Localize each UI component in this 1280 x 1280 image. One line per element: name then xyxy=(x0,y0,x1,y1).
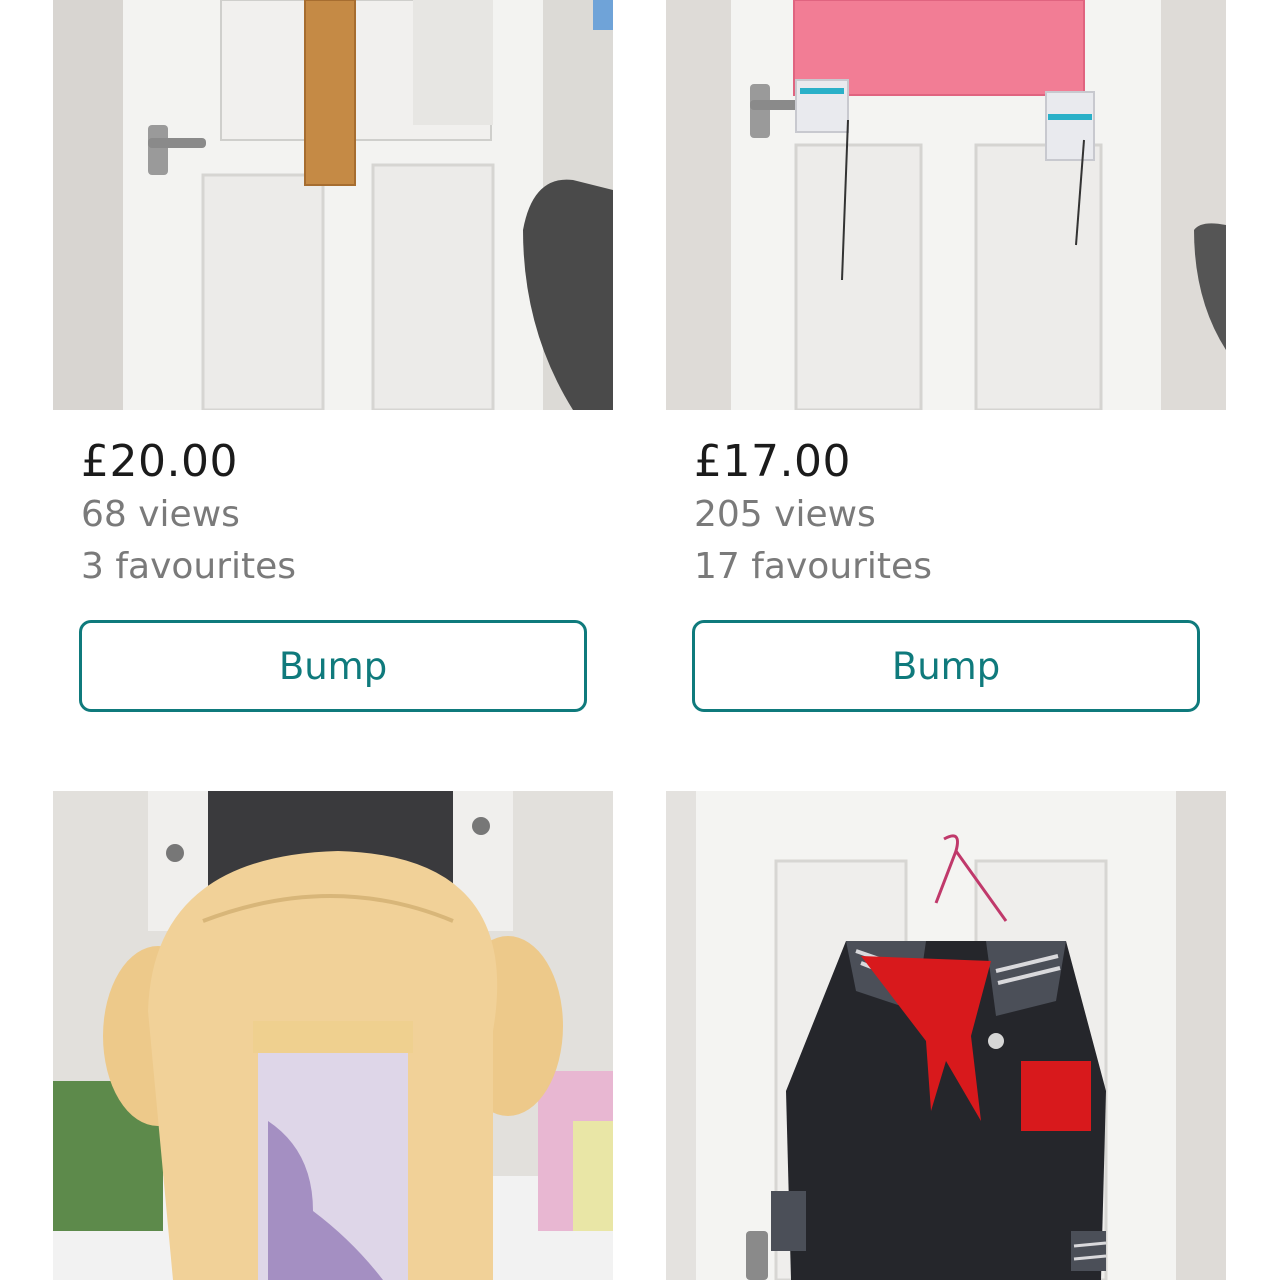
listing-views: 68 views xyxy=(81,494,240,535)
listing-photo[interactable] xyxy=(666,791,1226,1280)
listing-favourites: 3 favourites xyxy=(81,546,297,587)
listing-photo-image xyxy=(666,0,1226,410)
listing-price: £17.00 xyxy=(694,436,851,487)
listing-favourites: 17 favourites xyxy=(694,546,932,587)
listing-photo[interactable] xyxy=(53,791,613,1280)
bump-button[interactable]: Bump xyxy=(79,620,587,712)
listing-photo-image xyxy=(666,791,1226,1280)
bump-button[interactable]: Bump xyxy=(692,620,1200,712)
listing-views: 205 views xyxy=(694,494,876,535)
listing-photo-image xyxy=(53,791,613,1280)
listing-photo[interactable] xyxy=(666,0,1226,410)
listing-photo-image xyxy=(53,0,613,410)
listing-price: £20.00 xyxy=(81,436,238,487)
listing-photo[interactable] xyxy=(53,0,613,410)
